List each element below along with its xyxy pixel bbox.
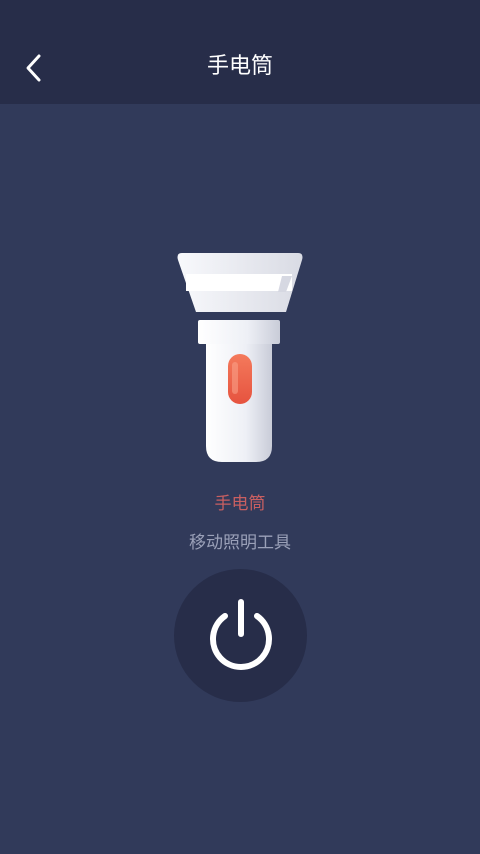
- flashlight-icon: [177, 253, 303, 462]
- app-name-label: 手电筒: [214, 494, 266, 514]
- power-icon: [209, 598, 272, 670]
- app-header: 手电筒: [0, 0, 480, 104]
- app-description-label: 移动照明工具: [189, 533, 291, 553]
- page-title: 手电筒: [206, 54, 273, 79]
- power-button[interactable]: [174, 569, 307, 702]
